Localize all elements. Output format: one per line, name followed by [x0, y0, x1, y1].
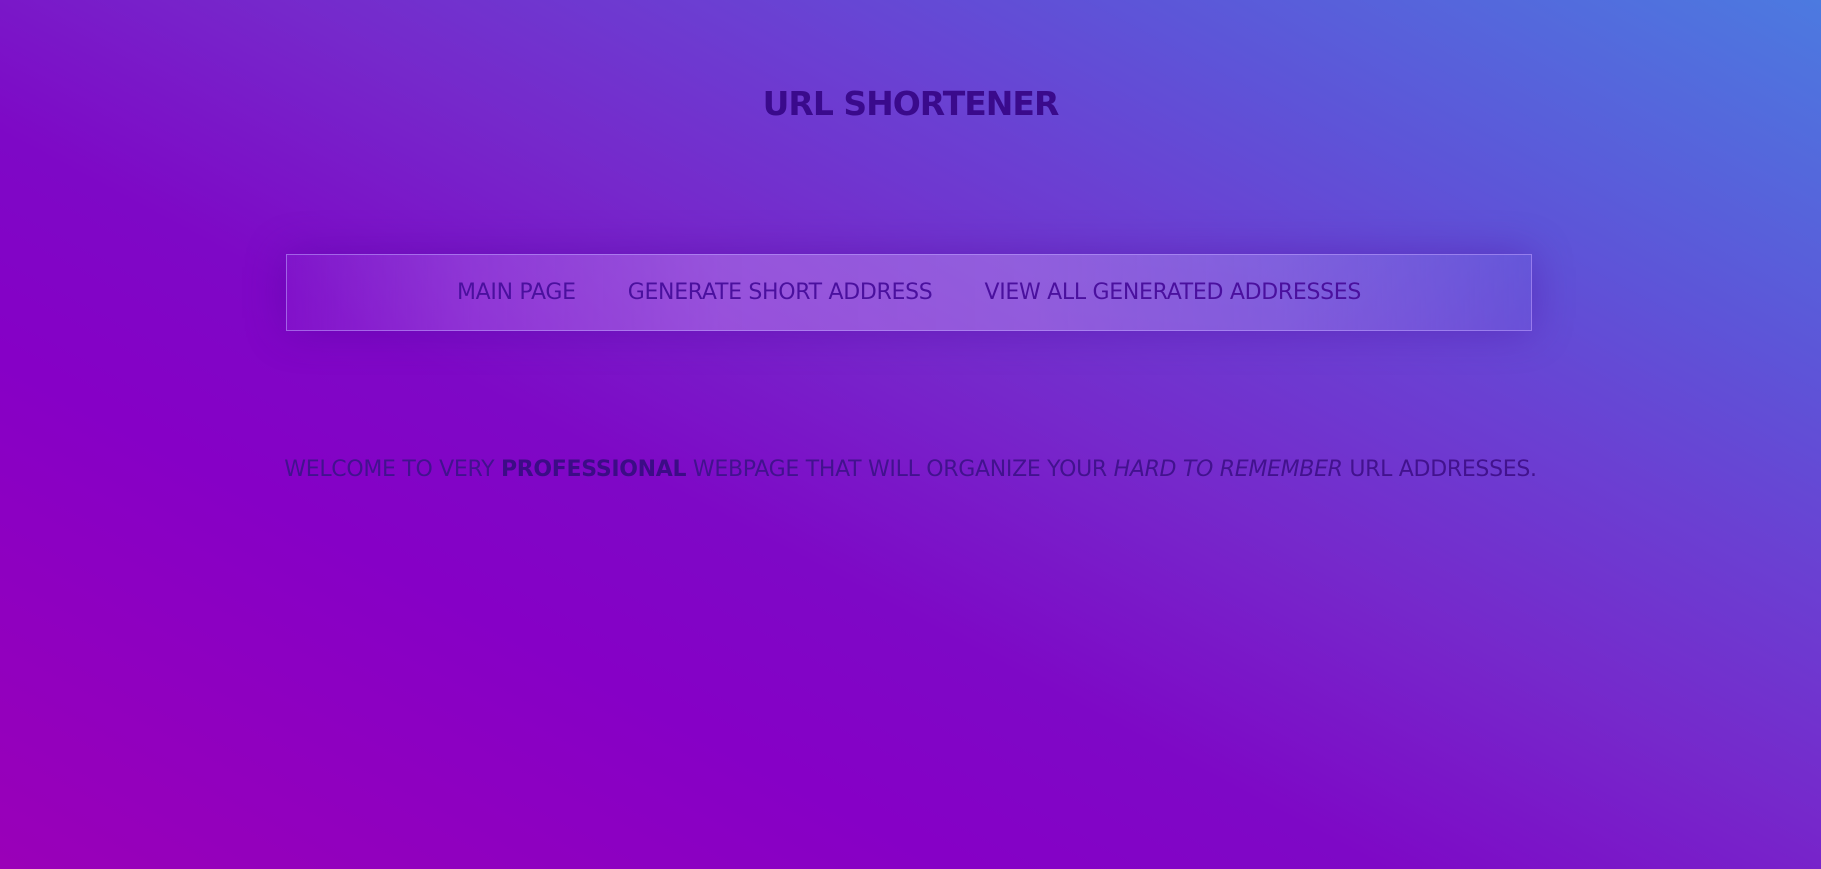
welcome-message: WELCOME TO VERY PROFESSIONAL WEBPAGE THA… [0, 457, 1821, 482]
main-navigation: MAIN PAGE GENERATE SHORT ADDRESS VIEW AL… [286, 254, 1532, 331]
welcome-text-italic: HARD TO REMEMBER [1113, 457, 1343, 482]
welcome-text-part-2: WEBPAGE THAT WILL ORGANIZE YOUR [686, 457, 1114, 482]
welcome-text-part-1: WELCOME TO VERY [284, 457, 501, 482]
page-title: URL SHORTENER [762, 84, 1060, 123]
nav-link-view-all-generated-addresses[interactable]: VIEW ALL GENERATED ADDRESSES [958, 280, 1387, 305]
nav-link-main-page[interactable]: MAIN PAGE [431, 280, 602, 305]
nav-link-generate-short-address[interactable]: GENERATE SHORT ADDRESS [602, 280, 959, 305]
welcome-text-bold: PROFESSIONAL [500, 457, 687, 482]
welcome-text-part-3: URL ADDRESSES. [1342, 457, 1537, 482]
